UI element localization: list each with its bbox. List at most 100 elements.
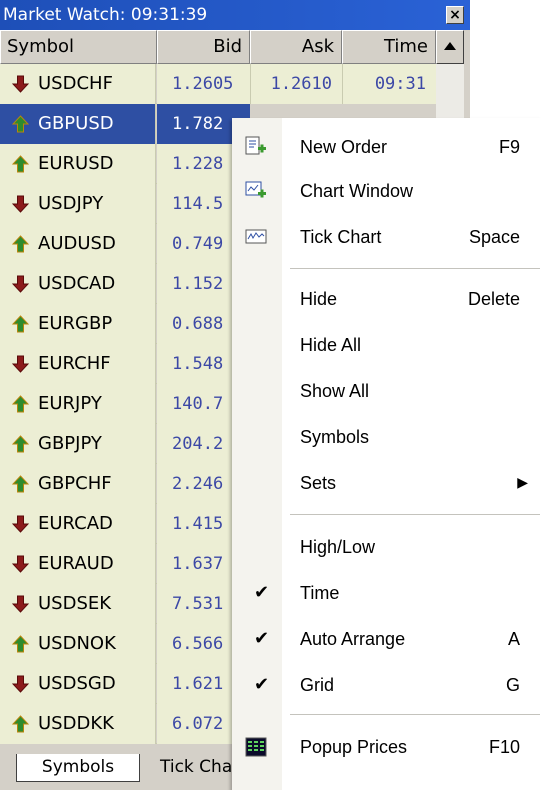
symbol-name: USDNOK — [38, 633, 116, 654]
menu-item-label: Show All — [300, 381, 370, 401]
symbol-name: EURCAD — [38, 513, 113, 534]
table-row[interactable]: USDCHF 1.2605 1.2610 09:31 — [0, 64, 436, 104]
menu-item-label: Hide All — [300, 335, 362, 355]
symbol-name: EURJPY — [38, 393, 102, 414]
symbol-name: EURUSD — [38, 153, 114, 174]
symbol-cell: EURCHF — [0, 344, 156, 384]
symbol-cell: GBPJPY — [0, 424, 156, 464]
menu-item-shortcut: Space — [468, 227, 520, 247]
tab-symbols[interactable]: Symbols — [16, 754, 140, 782]
menu-item-label: Time — [300, 583, 340, 603]
menu-item-shortcut: F10 — [488, 737, 520, 757]
symbol-name: USDSEK — [38, 593, 112, 614]
menu-item-label: Sets — [300, 473, 337, 493]
symbol-cell: USDJPY — [0, 184, 156, 224]
title-bar[interactable]: Market Watch: 09:31:39 × — [0, 0, 470, 30]
arrow-up-icon — [12, 235, 29, 253]
symbol-cell: EURGBP — [0, 304, 156, 344]
menu-item-high-low[interactable]: High/Low — [232, 524, 542, 570]
arrow-up-icon — [12, 715, 29, 733]
column-header-ask[interactable]: Ask — [250, 30, 342, 64]
checkmark-icon: ✔ — [254, 628, 270, 649]
arrow-up-icon — [12, 115, 29, 133]
arrow-down-icon — [12, 595, 29, 613]
menu-item-hide[interactable]: Hide Delete — [232, 276, 542, 322]
menu-item-label: High/Low — [300, 537, 376, 557]
checkmark-icon: ✔ — [254, 674, 270, 695]
symbol-name: EURGBP — [38, 313, 113, 334]
menu-item-label: Tick Chart — [300, 227, 382, 247]
column-header-time[interactable]: Time — [342, 30, 436, 64]
arrow-up-icon — [12, 435, 29, 453]
close-button[interactable]: × — [446, 6, 464, 24]
menu-item-sets[interactable]: Sets ▶ — [232, 460, 542, 506]
symbol-cell: EURCAD — [0, 504, 156, 544]
context-menu: New Order F9 Chart Window Tick Chart Spa… — [232, 118, 542, 790]
symbol-name: GBPUSD — [38, 113, 114, 134]
menu-item-label: Grid — [300, 675, 335, 695]
arrow-down-icon — [12, 275, 29, 293]
symbol-cell: EURUSD — [0, 144, 156, 184]
symbol-name: GBPJPY — [38, 433, 102, 454]
symbol-name: USDDKK — [38, 713, 114, 734]
arrow-down-icon — [12, 75, 29, 93]
arrow-down-icon — [12, 195, 29, 213]
symbol-cell: AUDUSD — [0, 224, 156, 264]
menu-item-label: Hide — [300, 289, 338, 309]
menu-item-auto-arrange[interactable]: ✔ Auto Arrange A — [232, 616, 542, 662]
symbol-name: AUDUSD — [38, 233, 116, 254]
symbol-name: GBPCHF — [38, 473, 112, 494]
menu-item-symbols[interactable]: Symbols — [232, 414, 542, 460]
symbol-name: USDJPY — [38, 193, 104, 214]
menu-item-shortcut: Delete — [467, 289, 520, 309]
column-header-bid[interactable]: Bid — [157, 30, 250, 64]
arrow-up-icon — [12, 395, 29, 413]
menu-separator — [290, 268, 540, 269]
arrow-up-icon — [12, 635, 29, 653]
symbol-cell: USDCAD — [0, 264, 156, 304]
chart-window-icon — [245, 181, 266, 198]
column-header: Symbol Bid Ask Time — [0, 30, 470, 64]
time-cell: 09:31 — [342, 64, 436, 104]
symbol-cell: USDSGD — [0, 664, 156, 704]
checkmark-icon: ✔ — [254, 582, 270, 603]
arrow-up-icon — [12, 315, 29, 333]
menu-item-tick-chart[interactable]: Tick Chart Space — [232, 214, 542, 260]
ask-cell: 1.2610 — [250, 64, 342, 104]
symbol-cell: USDCHF — [0, 64, 156, 104]
menu-item-chart-window[interactable]: Chart Window — [232, 168, 542, 214]
symbol-name: USDSGD — [38, 673, 116, 694]
menu-item-label: Chart Window — [300, 181, 414, 201]
symbol-cell: GBPUSD — [0, 104, 156, 144]
arrow-down-icon — [12, 675, 29, 693]
menu-item-new-order[interactable]: New Order F9 — [232, 124, 542, 170]
menu-separator — [290, 714, 540, 715]
menu-separator — [290, 514, 540, 515]
arrow-down-icon — [12, 355, 29, 373]
popup-prices-icon — [245, 737, 267, 757]
menu-item-grid[interactable]: ✔ Grid G — [232, 662, 542, 708]
new-order-icon — [245, 136, 266, 155]
tick-chart-icon — [245, 229, 267, 244]
column-header-symbol[interactable]: Symbol — [0, 30, 157, 64]
menu-item-popup-prices[interactable]: Popup Prices F10 — [232, 724, 542, 770]
scroll-up-button[interactable] — [436, 30, 464, 64]
symbol-cell: EURJPY — [0, 384, 156, 424]
menu-item-time[interactable]: ✔ Time — [232, 570, 542, 616]
menu-item-label: Popup Prices — [300, 737, 408, 757]
scroll-up-arrow-icon — [444, 42, 456, 50]
menu-item-hide-all[interactable]: Hide All — [232, 322, 542, 368]
symbol-cell: USDNOK — [0, 624, 156, 664]
symbol-name: EURAUD — [38, 553, 114, 574]
window-title: Market Watch: 09:31:39 — [3, 5, 208, 25]
menu-item-shortcut: F9 — [498, 137, 520, 157]
menu-item-label: Auto Arrange — [300, 629, 406, 649]
menu-item-show-all[interactable]: Show All — [232, 368, 542, 414]
arrow-down-icon — [12, 515, 29, 533]
arrow-up-icon — [12, 475, 29, 493]
symbol-name: USDCHF — [38, 73, 113, 94]
symbol-name: USDCAD — [38, 273, 116, 294]
bid-cell: 1.2605 — [157, 64, 250, 104]
menu-item-label: Symbols — [300, 427, 370, 447]
submenu-arrow-icon: ▶ — [517, 475, 528, 491]
